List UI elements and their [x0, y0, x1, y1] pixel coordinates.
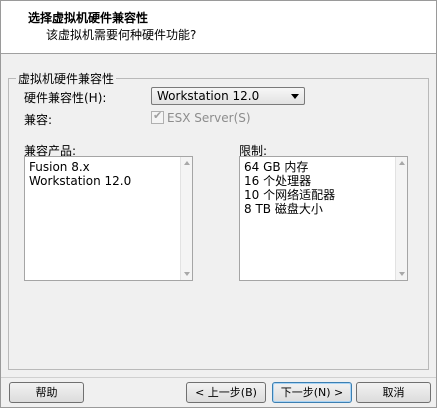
chevron-down-icon — [291, 94, 299, 99]
scroll-up-icon[interactable] — [184, 161, 190, 165]
wizard-header: 选择虚拟机硬件兼容性 该虚拟机需要何种硬件功能? — [1, 1, 436, 54]
products-scrollbar[interactable] — [180, 157, 192, 280]
compat-dropdown-value: Workstation 12.0 — [157, 89, 260, 103]
page-subtitle: 该虚拟机需要何种硬件功能? — [46, 28, 197, 42]
footer-divider — [1, 377, 436, 378]
help-button[interactable]: 帮助 — [9, 382, 84, 403]
list-item: 16 个处理器 — [244, 174, 312, 188]
wizard-window: 选择虚拟机硬件兼容性 该虚拟机需要何种硬件功能? 虚拟机硬件兼容性 硬件兼容性(… — [0, 0, 437, 408]
cancel-button[interactable]: 取消 — [356, 382, 431, 403]
page-title: 选择虚拟机硬件兼容性 — [28, 11, 149, 25]
compat-label: 硬件兼容性(H): — [24, 91, 107, 105]
scroll-down-icon[interactable] — [184, 272, 190, 276]
list-item: 64 GB 内存 — [244, 160, 309, 174]
scroll-down-icon[interactable] — [399, 272, 405, 276]
limits-scrollbar[interactable] — [395, 157, 407, 280]
products-list[interactable]: Fusion 8.x Workstation 12.0 — [24, 156, 193, 281]
scroll-up-icon[interactable] — [399, 161, 405, 165]
checkmark-icon: ✔ — [153, 109, 163, 122]
esx-server-checkbox[interactable]: ✔ — [151, 109, 164, 124]
back-button[interactable]: < 上一步(B) — [186, 382, 266, 403]
esx-server-label: ESX Server(S) — [167, 111, 251, 125]
limits-list[interactable]: 64 GB 内存 16 个处理器 10 个网络适配器 8 TB 磁盘大小 — [239, 156, 408, 281]
compatible-label: 兼容: — [24, 113, 53, 127]
list-item[interactable]: Fusion 8.x — [29, 160, 131, 174]
list-item: 8 TB 磁盘大小 — [244, 202, 323, 216]
group-label: 虚拟机硬件兼容性 — [16, 70, 117, 87]
compat-dropdown[interactable]: Workstation 12.0 — [151, 87, 305, 105]
list-item[interactable]: Workstation 12.0 — [29, 174, 131, 188]
next-button[interactable]: 下一步(N) > — [272, 382, 352, 403]
list-item: 10 个网络适配器 — [244, 188, 336, 202]
